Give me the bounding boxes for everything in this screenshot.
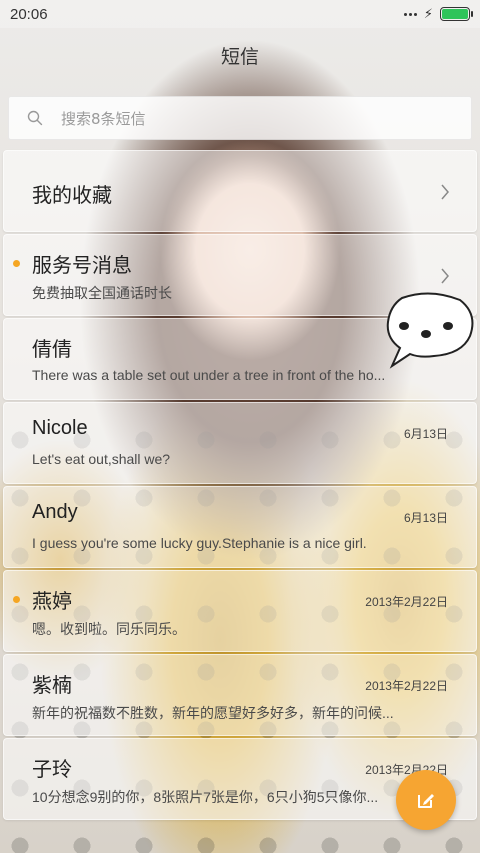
- chevron-right-icon: [441, 184, 449, 200]
- list-item-conversation[interactable]: 紫楠 2013年2月22日 新年的祝福数不胜数，新年的愿望好多好多，新年的问候.…: [3, 654, 477, 736]
- conversation-date: 6月13日: [403, 427, 448, 441]
- conversation-name: 服务号消息: [32, 255, 132, 277]
- conversation-list: 我的收藏 服务号消息 免费抽取全国通话时长 倩倩 6月13日 There was…: [3, 150, 477, 822]
- conversation-preview: 新年的祝福数不胜数，新年的愿望好多好多，新年的问候...: [32, 705, 394, 721]
- list-item-conversation[interactable]: Nicole 6月13日 Let's eat out,shall we?: [3, 402, 477, 484]
- compose-button[interactable]: [396, 770, 456, 830]
- list-item-conversation[interactable]: 燕婷 2013年2月22日 嗯。收到啦。同乐同乐。: [3, 570, 477, 652]
- unread-dot: [13, 260, 20, 267]
- status-time: 20:06: [10, 5, 48, 23]
- list-item-favorites[interactable]: 我的收藏: [3, 150, 477, 232]
- compose-icon: [418, 794, 434, 808]
- conversation-preview: Let's eat out,shall we?: [32, 451, 171, 467]
- signal-icon: [403, 12, 417, 16]
- conversation-preview: 10分想念9别的你，8张照片7张是你，6只小狗5只像你...: [32, 789, 379, 805]
- status-icons: ⚡: [403, 6, 473, 22]
- charging-icon: ⚡: [423, 6, 433, 22]
- conversation-name: 燕婷: [32, 591, 72, 613]
- conversation-name: Andy: [32, 501, 78, 523]
- page-title: 短信: [220, 46, 259, 68]
- conversation-date: 6月13日: [403, 511, 448, 525]
- conversation-preview: 嗯。收到啦。同乐同乐。: [32, 621, 186, 637]
- conversation-date: 2013年2月22日: [365, 679, 448, 693]
- status-bar: 20:06 ⚡: [0, 0, 480, 28]
- conversation-name: Nicole: [32, 417, 88, 439]
- conversation-name: 倩倩: [32, 339, 72, 361]
- search-input[interactable]: 搜索8条短信: [8, 96, 472, 140]
- unread-dot: [13, 596, 20, 603]
- list-item-conversation[interactable]: Andy 6月13日 I guess you're some lucky guy…: [3, 486, 477, 568]
- battery-icon: [440, 7, 473, 21]
- conversation-date: 2013年2月22日: [365, 595, 448, 609]
- speech-bubble-sticker: [386, 292, 474, 369]
- search-icon: [27, 110, 43, 126]
- conversation-name: 我的收藏: [32, 185, 112, 207]
- search-placeholder: 搜索8条短信: [61, 109, 146, 128]
- chevron-right-icon: [441, 268, 449, 284]
- conversation-name: 紫楠: [32, 675, 72, 697]
- conversation-name: 子玲: [32, 759, 72, 781]
- conversation-preview: I guess you're some lucky guy.Stephanie …: [32, 535, 367, 551]
